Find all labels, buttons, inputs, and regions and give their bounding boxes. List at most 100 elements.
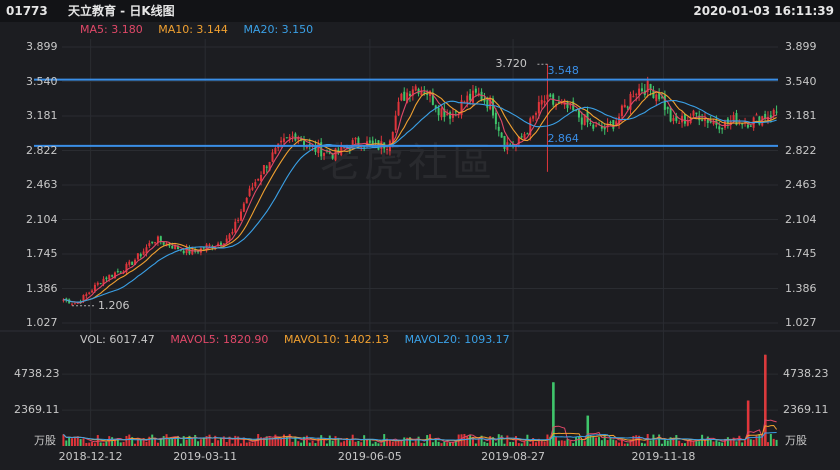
volume-bar [635, 435, 638, 446]
candle-body [566, 101, 569, 109]
candle-body [239, 211, 243, 221]
candle-body [469, 93, 472, 101]
candle-body [182, 250, 185, 254]
volume-bar [217, 440, 220, 446]
candle-body [580, 117, 583, 125]
candle-body [437, 107, 440, 116]
volume-bar [580, 439, 583, 446]
kline-chart[interactable] [0, 0, 840, 470]
candle-body [282, 138, 285, 142]
candle-body [474, 88, 477, 93]
volume-spike [764, 354, 767, 446]
volume-bar [280, 438, 283, 446]
candle-body [486, 99, 489, 108]
volume-bar [340, 442, 343, 446]
candle-body [202, 247, 205, 249]
candle-body [128, 261, 131, 265]
candle-body [546, 94, 549, 100]
volume-bar [738, 435, 741, 446]
candle-body [772, 109, 775, 115]
candle-body [245, 198, 248, 204]
volume-bar [497, 434, 500, 446]
volume-bar [291, 441, 294, 446]
volume-bar [68, 436, 71, 446]
volume-bar [683, 443, 686, 446]
volume-tick-right: 4738.23 [783, 367, 829, 381]
candle-body [592, 124, 595, 129]
volume-bar [661, 443, 664, 446]
volume-bar [374, 441, 377, 446]
candle-body [701, 119, 704, 121]
candle-body [71, 303, 74, 305]
volume-bar [245, 442, 248, 446]
candle-body [623, 104, 626, 108]
candle-body [655, 94, 658, 102]
candle-body [403, 91, 406, 101]
volume-bar [360, 442, 363, 446]
volume-bar [643, 443, 646, 446]
volume-bar [678, 440, 681, 446]
candle-body [323, 152, 326, 156]
candle-body [111, 275, 114, 277]
volume-bar [583, 441, 586, 446]
volume-bar [308, 442, 311, 446]
volume-bar [377, 443, 380, 446]
volume-bar [766, 442, 769, 446]
candle-body [724, 120, 727, 128]
candle-body [666, 107, 669, 110]
volume-bar [71, 438, 74, 446]
mavol10-legend: MAVOL10: 1402.13 [283, 333, 390, 346]
price-tick-right: 1.745 [785, 247, 817, 260]
candle-body [692, 110, 695, 116]
price-tick-right: 1.027 [785, 316, 817, 329]
volume-bar [726, 437, 729, 446]
volume-bar [371, 443, 374, 446]
volume-unit-right: 万股 [785, 434, 807, 447]
candle-body [609, 121, 612, 123]
volume-bar [119, 442, 122, 446]
volume-bar [231, 443, 234, 446]
volume-bar [575, 437, 578, 446]
volume-bar [595, 437, 598, 446]
volume-bar [612, 439, 615, 446]
candle-body [96, 282, 99, 285]
volume-bar [368, 439, 371, 446]
volume-bar [597, 437, 601, 446]
volume-bar [162, 436, 165, 446]
volume-bar [769, 433, 772, 446]
volume-tick-right: 2369.11 [783, 403, 829, 417]
date-tick-label: 2019-06-05 [337, 450, 402, 463]
volume-bar [749, 439, 752, 446]
volume-bar [351, 434, 354, 446]
volume-bar [529, 443, 532, 446]
volume-bar [400, 440, 403, 446]
volume-bar [483, 441, 486, 446]
volume-bar [695, 441, 698, 446]
candle-body [208, 244, 211, 247]
candle-body [683, 114, 686, 124]
ma10-line [63, 91, 777, 303]
candle-body [718, 126, 721, 130]
candle-body [265, 166, 268, 168]
volume-bar [440, 443, 443, 446]
volume-bar [423, 443, 426, 446]
volume-bar [735, 441, 738, 446]
candle-body [663, 95, 666, 110]
candle-body [523, 134, 526, 139]
volume-bar [145, 441, 148, 446]
volume-bar [139, 440, 142, 446]
volume-bar [348, 440, 351, 446]
price-tick-right: 2.104 [785, 212, 817, 226]
candle-body [640, 88, 643, 92]
candle-body [285, 137, 288, 139]
volume-bar [560, 440, 563, 446]
candle-body [652, 90, 655, 99]
price-tick-left: 2.104 [26, 212, 58, 226]
volume-bar [446, 442, 449, 446]
volume-bar [82, 438, 85, 446]
candle-body [254, 182, 257, 187]
candle-body [695, 112, 698, 115]
candle-body [497, 126, 500, 131]
volume-bar [156, 442, 159, 446]
volume-bar [606, 440, 609, 446]
